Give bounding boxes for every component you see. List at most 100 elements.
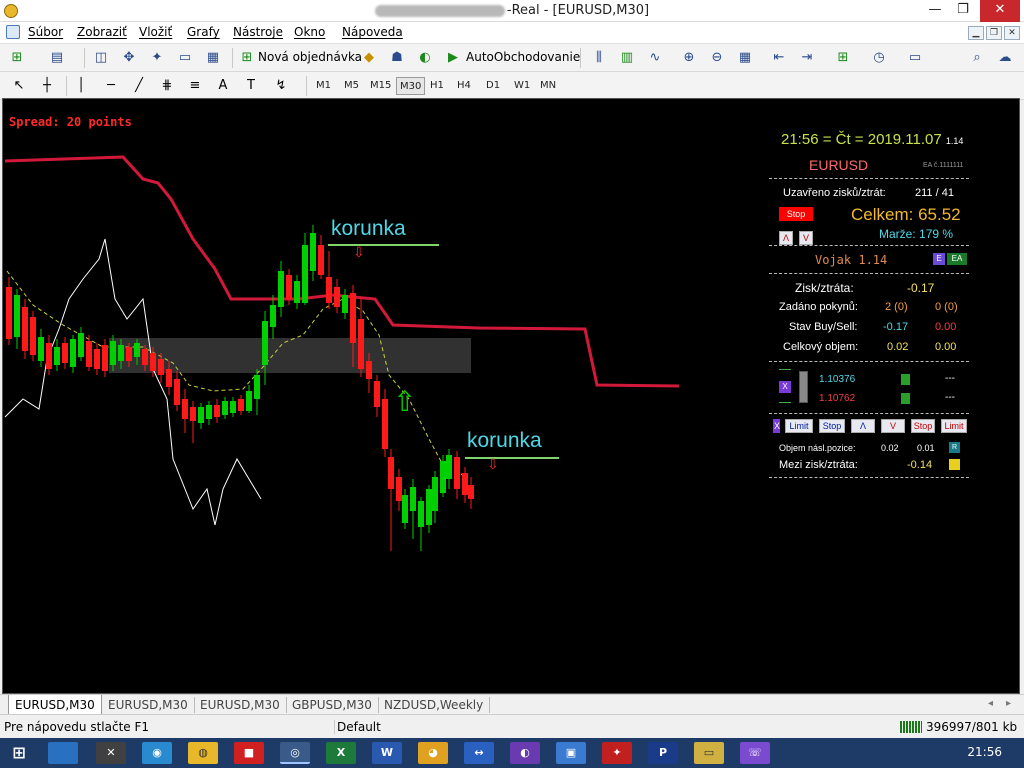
new-chart-icon[interactable]: ⊞ <box>8 49 26 67</box>
app-icon-stop[interactable]: ■ <box>234 742 264 764</box>
buy-market-button[interactable]: Λ <box>851 419 875 433</box>
templates-icon[interactable]: ▭ <box>906 49 924 67</box>
timeframe-m5[interactable]: M5 <box>341 77 362 95</box>
excel-icon[interactable]: X <box>326 742 356 764</box>
buy-button[interactable]: Λ <box>779 231 793 245</box>
menu-view[interactable]: Zobraziť <box>77 25 127 39</box>
market-watch-icon[interactable]: ◫ <box>92 49 110 67</box>
timeframe-w1[interactable]: W1 <box>511 77 533 95</box>
fibonacci-icon[interactable]: ≡ <box>186 77 204 95</box>
zoom-in-icon[interactable]: ⊕ <box>680 49 698 67</box>
metatrader-task-icon[interactable]: ◎ <box>280 742 310 764</box>
sell-market-button[interactable]: V <box>881 419 905 433</box>
community-chat-icon[interactable]: ☁ <box>996 49 1014 67</box>
trendline-icon[interactable]: ╱ <box>130 77 148 95</box>
sell-button[interactable]: V <box>799 231 813 245</box>
arrows-icon[interactable]: ↯ <box>272 77 290 95</box>
chart-tab[interactable]: NZDUSD,Weekly <box>378 697 491 713</box>
metaeditor-icon[interactable]: ◆ <box>360 49 378 67</box>
x-button[interactable]: X <box>779 381 791 393</box>
buy-stop-button[interactable]: Stop <box>819 419 845 433</box>
terminal-icon[interactable]: ▭ <box>176 49 194 67</box>
candle-body <box>190 407 196 421</box>
timeframe-mn[interactable]: MN <box>537 77 559 95</box>
word-icon[interactable]: W <box>372 742 402 764</box>
price-slider[interactable] <box>799 371 808 403</box>
app-icon-2[interactable]: ✕ <box>96 742 126 764</box>
menu-tools[interactable]: Nástroje <box>233 25 283 39</box>
app-icon-5[interactable]: ◐ <box>510 742 540 764</box>
equidistant-channel-icon[interactable]: ⋕ <box>158 77 176 95</box>
vertical-line-icon[interactable]: │ <box>72 77 90 95</box>
navigator-icon[interactable]: ✦ <box>148 49 166 67</box>
tab-scroll-left-icon[interactable]: ◂ <box>988 698 993 709</box>
buy-limit-button[interactable]: Limit <box>785 419 813 433</box>
crosshair-icon[interactable]: ┼ <box>38 77 56 95</box>
restore-button[interactable]: ❐ <box>946 0 980 22</box>
menu-insert[interactable]: Vložiť <box>139 25 172 39</box>
close-button[interactable]: ✕ <box>980 0 1020 22</box>
e-tag-button[interactable]: E <box>933 253 945 265</box>
chart-shift-icon[interactable]: ⇥ <box>798 49 816 67</box>
folder-icon[interactable]: ▭ <box>694 742 724 764</box>
r-button[interactable]: R <box>949 442 960 453</box>
menu-help[interactable]: Nápoveda <box>342 25 403 39</box>
menu-window[interactable]: Okno <box>294 25 325 39</box>
chart-tab[interactable]: EURUSD,M30 <box>8 695 102 715</box>
data-window-icon[interactable]: ✥ <box>120 49 138 67</box>
chart-tab[interactable]: EURUSD,M30 <box>102 697 195 713</box>
tile-windows-icon[interactable]: ▦ <box>736 49 754 67</box>
chart-tab[interactable]: EURUSD,M30 <box>194 697 287 713</box>
line-chart-icon[interactable]: ∿ <box>646 49 664 67</box>
timeframe-m30[interactable]: M30 <box>396 77 426 95</box>
new-order-icon[interactable]: ⊞ <box>238 49 256 67</box>
timeframe-h1[interactable]: H1 <box>427 77 447 95</box>
panel-x-small-button[interactable]: X <box>773 419 780 433</box>
autotrading-icon[interactable]: ▶ <box>444 49 462 67</box>
mdi-minimize-button[interactable]: ▁ <box>968 26 984 40</box>
timeframe-h4[interactable]: H4 <box>454 77 474 95</box>
timeframe-m15[interactable]: M15 <box>367 77 394 95</box>
auto-scroll-icon[interactable]: ⇤ <box>770 49 788 67</box>
timeframe-d1[interactable]: D1 <box>483 77 503 95</box>
signals-icon[interactable]: ◐ <box>416 49 434 67</box>
chart-tab[interactable]: GBPUSD,M30 <box>286 697 379 713</box>
ea-tag-button[interactable]: EA <box>947 253 967 265</box>
mdi-restore-button[interactable]: ❐ <box>986 26 1002 40</box>
viber-icon[interactable]: ☏ <box>740 742 770 764</box>
candlestick-icon[interactable]: ▥ <box>618 49 636 67</box>
cursor-icon[interactable]: ↖ <box>10 77 28 95</box>
start-button-icon[interactable]: ⊞ <box>4 742 34 764</box>
text-label-icon[interactable]: T <box>242 77 260 95</box>
autotrading-button[interactable]: AutoObchodovanie <box>466 50 580 64</box>
zoom-out-icon[interactable]: ⊖ <box>708 49 726 67</box>
app-icon-3[interactable]: ◉ <box>142 742 172 764</box>
mdi-close-button[interactable]: ✕ <box>1004 26 1020 40</box>
new-order-button[interactable]: Nová objednávka <box>258 50 362 64</box>
menu-file[interactable]: Súbor <box>28 25 63 39</box>
indicators-icon[interactable]: ⊞ <box>834 49 852 67</box>
timeframe-m1[interactable]: M1 <box>313 77 334 95</box>
menu-charts[interactable]: Grafy <box>187 25 220 39</box>
chat-icon[interactable]: ☗ <box>388 49 406 67</box>
app-icon-6[interactable]: ▣ <box>556 742 586 764</box>
strategy-tester-icon[interactable]: ▦ <box>204 49 222 67</box>
periods-icon[interactable]: ◷ <box>870 49 888 67</box>
search-icon[interactable]: ⌕ <box>968 49 986 67</box>
horizontal-line-icon[interactable]: ─ <box>102 77 120 95</box>
app-icon-7[interactable]: P <box>648 742 678 764</box>
sell-limit-button[interactable]: Limit <box>941 419 967 433</box>
profiles-icon[interactable]: ▤ <box>48 49 66 67</box>
price-chart[interactable]: ⇩ ⇩ ⇧ Spread: 20 points korunka korunka … <box>2 98 1020 694</box>
pdf-icon[interactable]: ✦ <box>602 742 632 764</box>
bar-chart-icon[interactable]: ⫼ <box>590 49 608 67</box>
mdi-document-icon[interactable] <box>6 25 20 39</box>
teamviewer-icon[interactable]: ↔ <box>464 742 494 764</box>
text-icon[interactable]: A <box>214 77 232 95</box>
stop-button[interactable]: Stop <box>779 207 813 221</box>
app-icon-4[interactable]: ◍ <box>188 742 218 764</box>
sell-stop-button[interactable]: Stop <box>911 419 935 433</box>
tab-scroll-right-icon[interactable]: ▸ <box>1006 698 1011 709</box>
app-icon-1[interactable] <box>48 742 78 764</box>
chrome-icon[interactable]: ◕ <box>418 742 448 764</box>
